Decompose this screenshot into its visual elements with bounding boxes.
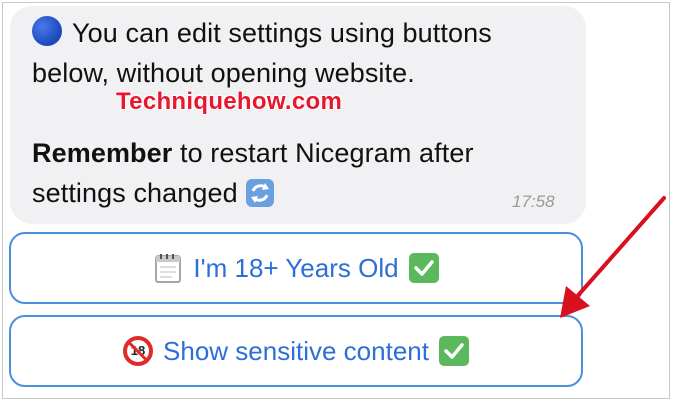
message-text-1: You can edit settings using buttons bbox=[72, 18, 492, 48]
message-line-4: settings changed bbox=[32, 178, 274, 209]
message-line-3: Remember to restart Nicegram after bbox=[32, 138, 474, 169]
remember-bold-text: Remember bbox=[32, 138, 173, 168]
sensitive-content-label: Show sensitive content bbox=[163, 335, 429, 366]
age-confirm-button[interactable]: I'm 18+ Years Old bbox=[9, 232, 583, 304]
message-text-4: settings changed bbox=[32, 178, 238, 208]
calendar-icon bbox=[153, 252, 183, 284]
check-mark-icon bbox=[438, 336, 469, 366]
blue-circle-icon bbox=[32, 16, 62, 46]
red-pointer-arrow-icon bbox=[560, 196, 666, 318]
age-confirm-label: I'm 18+ Years Old bbox=[193, 252, 399, 283]
sensitive-content-button[interactable]: 18 Show sensitive content bbox=[9, 315, 583, 387]
message-line-1: You can edit settings using buttons bbox=[32, 16, 492, 49]
no-under-18-icon: 18 bbox=[123, 336, 154, 366]
check-mark-icon bbox=[408, 253, 439, 283]
message-line-2: below, without opening website. bbox=[32, 58, 415, 88]
watermark-text: Techniquehow.com bbox=[116, 88, 343, 115]
refresh-icon bbox=[245, 179, 274, 207]
message-text-3: to restart Nicegram after bbox=[172, 138, 474, 168]
